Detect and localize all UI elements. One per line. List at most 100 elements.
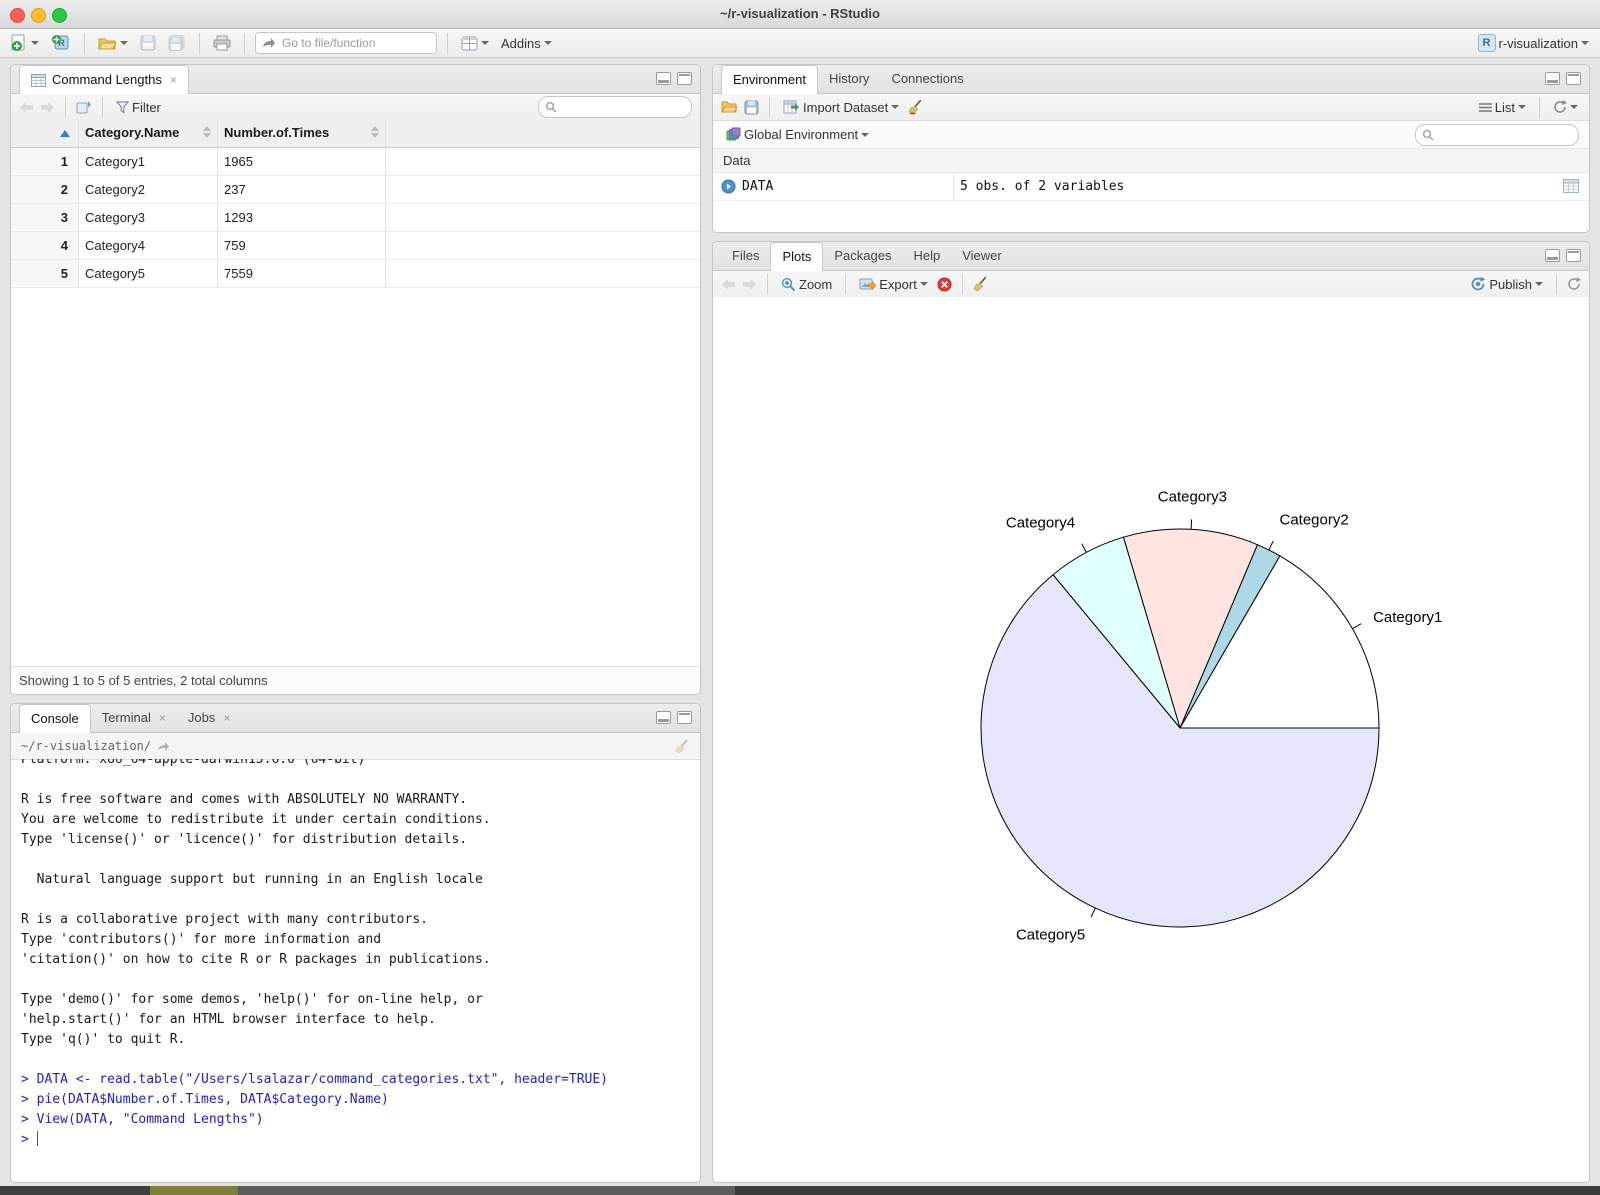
goto-file-input[interactable]: [280, 35, 414, 51]
refresh-caret-icon: [1570, 105, 1578, 109]
open-folder-icon: [98, 38, 117, 49]
plots-toolbar: Zoom Export Publish: [713, 271, 1589, 298]
save-all-button[interactable]: [165, 33, 189, 53]
window-titlebar: ~/r-visualization - RStudio: [0, 0, 1600, 29]
environment-search-input[interactable]: [1438, 126, 1572, 143]
column-header-number-of-times[interactable]: Number.of.Times: [218, 119, 386, 147]
print-button[interactable]: [210, 33, 234, 53]
clear-console-icon[interactable]: [675, 738, 690, 754]
export-plot-button[interactable]: Export: [856, 275, 931, 294]
console-prompt-line[interactable]: >: [11, 1130, 700, 1150]
expand-object-icon[interactable]: [721, 179, 736, 194]
console-output-line: Platform: x86_64-apple-darwin15.6.0 (64-…: [21, 759, 366, 767]
tab-console[interactable]: Console: [19, 704, 91, 733]
new-file-button[interactable]: [8, 32, 42, 54]
import-dataset-label: Import Dataset: [803, 99, 889, 115]
remove-plot-icon[interactable]: [937, 277, 952, 292]
project-name: r-visualization: [1498, 35, 1578, 51]
publish-plot-button[interactable]: Publish: [1467, 274, 1546, 294]
table-row[interactable]: 3 Category3 1293: [11, 204, 700, 232]
environment-view-mode-button[interactable]: List: [1476, 98, 1529, 117]
tab-label: Plots: [782, 249, 812, 264]
tab-help[interactable]: Help: [902, 242, 951, 270]
nav-forward-icon[interactable]: [40, 101, 55, 114]
tab-files[interactable]: Files: [721, 242, 770, 270]
console-output-line: 'help.start()' for an HTML browser inter…: [21, 1012, 436, 1027]
tab-environment[interactable]: Environment: [721, 65, 818, 94]
column-header-category-name[interactable]: Category.Name: [79, 119, 218, 147]
refresh-environment-button[interactable]: [1550, 98, 1581, 116]
tab-packages[interactable]: Packages: [823, 242, 902, 270]
next-plot-icon[interactable]: [742, 278, 757, 291]
open-in-new-window-icon[interactable]: [76, 100, 92, 114]
minimize-pane-icon[interactable]: [1545, 72, 1560, 85]
tab-label: Terminal: [101, 710, 151, 725]
tab-label: Packages: [834, 248, 892, 263]
environment-scope-button[interactable]: Global Environment: [723, 125, 872, 144]
refresh-plot-icon[interactable]: [1567, 277, 1581, 291]
pane-layout-button[interactable]: [458, 34, 492, 53]
tab-plots[interactable]: Plots: [770, 242, 824, 271]
close-tab-icon[interactable]: ×: [170, 66, 177, 94]
console-input-line: > DATA <- read.table("/Users/lsalazar/co…: [21, 1072, 608, 1087]
close-tab-icon[interactable]: ×: [223, 704, 230, 732]
row-number-header[interactable]: [11, 119, 79, 147]
category-name-cell: Category5: [79, 260, 218, 287]
console-output[interactable]: Platform: x86_64-apple-darwin15.6.0 (64-…: [11, 759, 700, 1182]
load-workspace-icon[interactable]: [721, 100, 738, 114]
close-tab-icon[interactable]: ×: [159, 704, 166, 732]
plot-canvas: Category1 Category2 Category3 Category4 Cate…: [713, 297, 1589, 1182]
table-row[interactable]: 1 Category1 1965: [11, 148, 700, 176]
pie-label-Category3: Category3: [1158, 489, 1227, 506]
maximize-pane-icon[interactable]: [1566, 72, 1581, 85]
column-header-label: Number.of.Times: [224, 125, 330, 140]
category-name-cell: Category3: [79, 204, 218, 231]
tab-label: Help: [913, 248, 941, 263]
filter-button[interactable]: Filter: [113, 98, 164, 117]
goto-file-search[interactable]: [255, 32, 437, 54]
window-title: ~/r-visualization - RStudio: [720, 6, 880, 21]
nav-back-icon[interactable]: [19, 101, 34, 114]
clear-all-plots-icon[interactable]: [973, 276, 989, 292]
viewer-search[interactable]: [538, 96, 692, 118]
console-output-line: Natural language support but running in …: [21, 872, 483, 887]
zoom-plot-button[interactable]: Zoom: [778, 275, 835, 294]
toolbar-separator: [1556, 274, 1557, 294]
tab-label: History: [828, 71, 870, 86]
table-row[interactable]: 2 Category2 237: [11, 176, 700, 204]
tab-jobs[interactable]: Jobs ×: [177, 704, 241, 732]
goto-directory-icon[interactable]: [157, 741, 170, 752]
console-tabstrip: Console Terminal × Jobs ×: [11, 704, 700, 733]
search-icon: [545, 101, 557, 113]
save-button[interactable]: [137, 33, 159, 53]
environment-search[interactable]: [1415, 123, 1579, 146]
view-data-icon[interactable]: [1563, 179, 1579, 193]
table-row[interactable]: 5 Category5 7559: [11, 260, 700, 288]
tab-terminal[interactable]: Terminal ×: [91, 704, 177, 732]
filter-label: Filter: [132, 99, 161, 115]
new-project-button[interactable]: R: [48, 32, 74, 54]
maximize-pane-icon[interactable]: [677, 72, 692, 85]
table-row[interactable]: 4 Category4 759: [11, 232, 700, 260]
tab-viewer[interactable]: Viewer: [951, 242, 1013, 270]
minimize-pane-icon[interactable]: [1545, 249, 1560, 262]
minimize-pane-icon[interactable]: [656, 711, 671, 724]
import-dataset-button[interactable]: Import Dataset: [780, 98, 902, 117]
plots-pane: Files Plots Packages Help Viewer Zoom Ex…: [712, 241, 1590, 1183]
tab-connections[interactable]: Connections: [880, 65, 974, 93]
maximize-pane-icon[interactable]: [1566, 249, 1581, 262]
tab-command-lengths[interactable]: Command Lengths ×: [19, 65, 189, 94]
viewer-search-input[interactable]: [561, 99, 685, 115]
maximize-pane-icon[interactable]: [677, 711, 692, 724]
project-menu-button[interactable]: R r-visualization: [1475, 32, 1592, 54]
tab-label: Jobs: [187, 710, 216, 725]
minimize-pane-icon[interactable]: [656, 72, 671, 85]
open-file-button[interactable]: [95, 34, 131, 53]
save-workspace-icon[interactable]: [744, 100, 759, 115]
previous-plot-icon[interactable]: [721, 278, 736, 291]
publish-caret-icon: [1535, 282, 1543, 286]
addins-button[interactable]: Addins: [498, 34, 555, 53]
tab-history[interactable]: History: [818, 65, 880, 93]
clear-environment-icon[interactable]: [908, 99, 924, 115]
environment-object-row[interactable]: DATA 5 obs. of 2 variables: [713, 173, 1589, 201]
